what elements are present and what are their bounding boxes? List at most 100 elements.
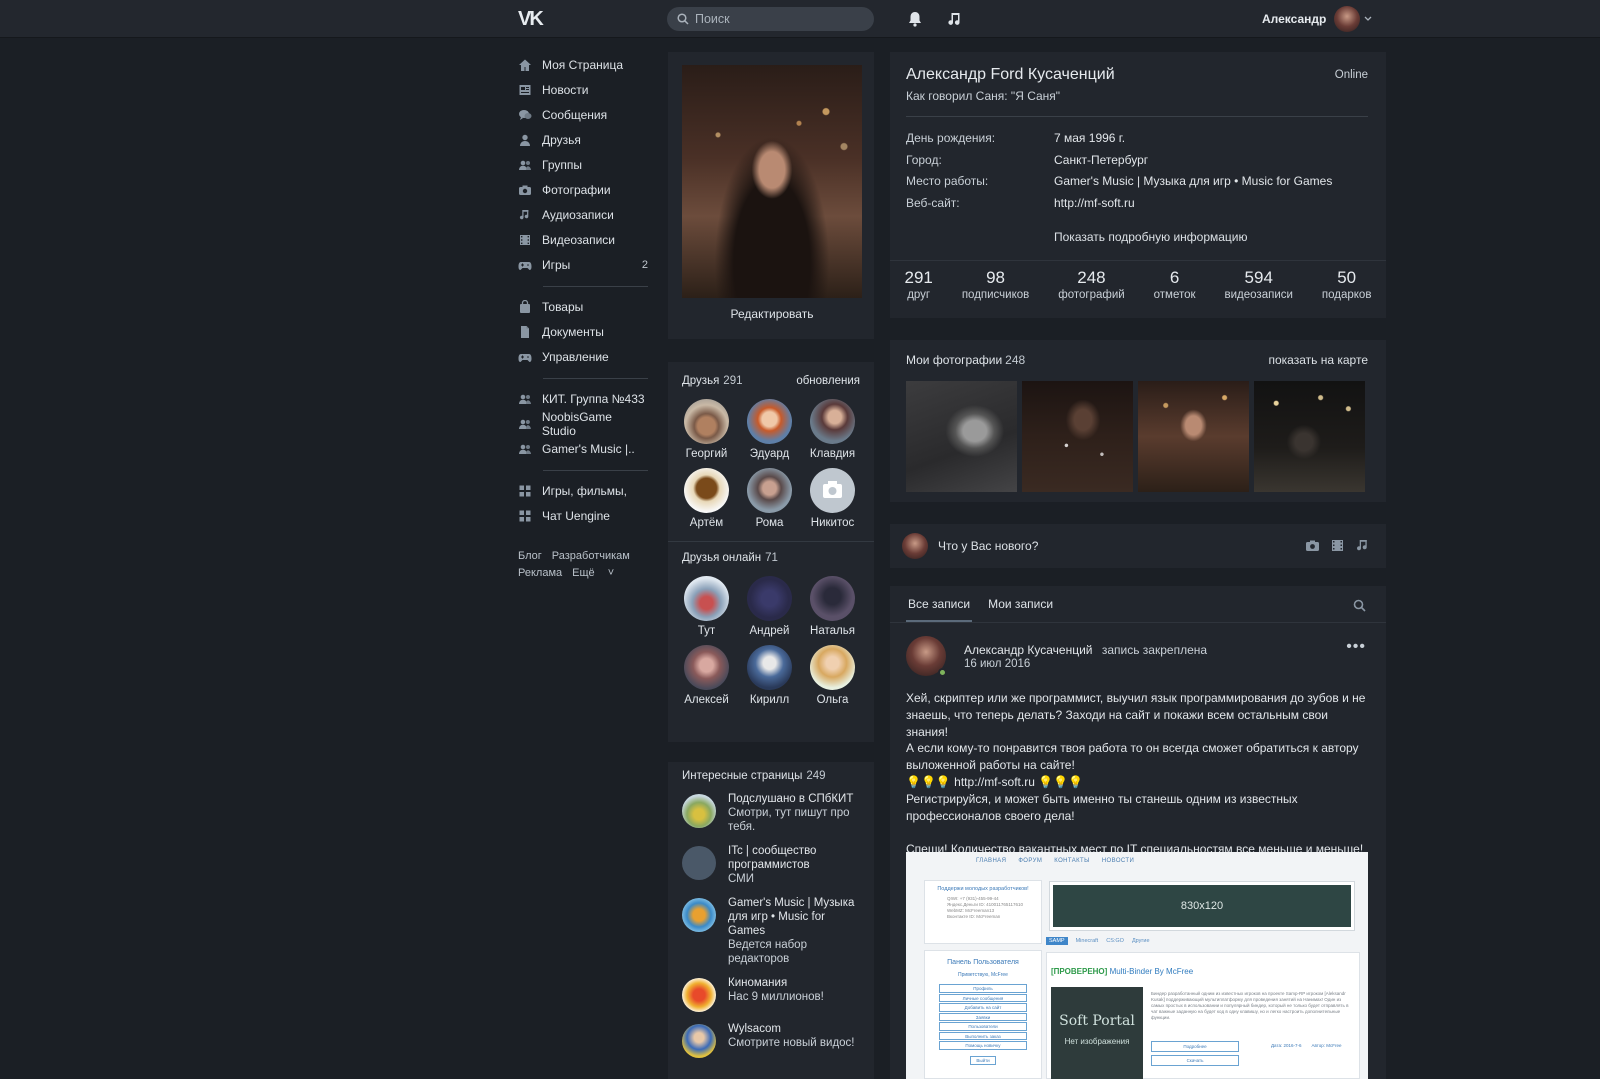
photo-thumbnail[interactable]: [1254, 381, 1365, 492]
video-icon[interactable]: [1330, 538, 1345, 553]
post-link[interactable]: http://mf-soft.ru: [954, 775, 1035, 789]
show-more-info-link[interactable]: Показать подробную информацию: [1054, 230, 1248, 244]
friend-item[interactable]: Рома: [738, 468, 801, 529]
interesting-page-item[interactable]: ITc | сообщество программистов СМИ: [668, 844, 874, 886]
friend-item[interactable]: Георгий: [675, 399, 738, 460]
profile-stat[interactable]: 248 фотографий: [1058, 268, 1124, 301]
user-menu[interactable]: Александр: [1262, 5, 1372, 33]
info-value[interactable]: Санкт-Петербург: [1054, 153, 1148, 175]
online-status: Online: [1334, 69, 1368, 81]
sidebar-item-app-0[interactable]: Игры, фильмы,: [518, 478, 648, 503]
post-more-button[interactable]: •••: [1346, 638, 1366, 656]
image-nav: ГЛАВНАЯ ФОРУМ КОНТАКТЫ НОВОСТИ: [976, 858, 1146, 864]
footer-blog-link[interactable]: Блог: [518, 550, 542, 562]
profile-photo[interactable]: [682, 65, 862, 298]
photos-title-link[interactable]: Мои фотографии 248: [906, 353, 1025, 367]
news-icon: [519, 84, 531, 95]
sidebar-item-main-2[interactable]: Сообщения: [518, 102, 648, 127]
photo-thumbnail[interactable]: [1138, 381, 1249, 492]
friend-item[interactable]: Никитос: [801, 468, 864, 529]
footer-more-link[interactable]: Ещё ˅: [572, 567, 614, 579]
online-friend-item[interactable]: Андрей: [738, 576, 801, 637]
image-article-desc: Биндер разработанный одним из известных …: [1151, 991, 1349, 1020]
interesting-page-item[interactable]: Подслушано в СПбКИТ Смотри, тут пишут про…: [668, 792, 874, 834]
friend-item[interactable]: Эдуард: [738, 399, 801, 460]
sidebar-item-main-8[interactable]: Игры 2: [518, 252, 648, 277]
interesting-page-item[interactable]: Wylsacom Смотрите новый видос!: [668, 1022, 874, 1058]
sidebar-item-label: Видеозаписи: [542, 232, 616, 247]
tab-my-posts[interactable]: Мои записи: [986, 586, 1055, 622]
sidebar-item-main-1[interactable]: Новости: [518, 77, 648, 102]
sidebar-item-group-1[interactable]: NoobisGame Studio: [518, 410, 648, 438]
sidebar-item-group-0[interactable]: КИТ. Группа №433: [518, 386, 648, 411]
pages-title-link[interactable]: Интересные страницы 249: [682, 770, 826, 782]
composer-placeholder[interactable]: Что у Вас нового?: [938, 539, 1038, 553]
online-friend-item[interactable]: Кирилл: [738, 645, 801, 706]
search-icon[interactable]: [1353, 599, 1366, 612]
image-article-name: Multi-Binder By McFree: [1109, 967, 1194, 976]
search-input[interactable]: [695, 12, 865, 26]
stats-divider: [890, 260, 1386, 261]
post-text-line: выложенной работы на сайте!: [906, 758, 1075, 773]
post-date[interactable]: 16 июл 2016: [964, 658, 1030, 670]
photo-thumbnail[interactable]: [1022, 381, 1133, 492]
footer-dev-link[interactable]: Разработчикам: [552, 550, 630, 562]
profile-status[interactable]: Как говорил Саня: "Я Саня": [906, 89, 1060, 103]
sidebar-item-main-7[interactable]: Видеозаписи: [518, 227, 648, 252]
page-subtitle: Смотри, тут пишут про тебя.: [728, 807, 850, 833]
online-friends-title-link[interactable]: Друзья онлайн 71: [682, 552, 778, 564]
post-author-link[interactable]: Александр Кусаченций: [964, 643, 1092, 657]
music-icon[interactable]: [1355, 538, 1370, 553]
friend-name: Наталья: [810, 625, 855, 637]
profile-stat[interactable]: 50 подарков: [1322, 268, 1372, 301]
sidebar-item-main-5[interactable]: Фотографии: [518, 177, 648, 202]
online-friend-item[interactable]: Алексей: [675, 645, 738, 706]
search-box[interactable]: [667, 7, 874, 31]
profile-stats: 291 друг 98 подписчиков 248 фотографий 6 отмето…: [890, 268, 1386, 301]
profile-stat[interactable]: 291 друг: [904, 268, 932, 301]
info-value[interactable]: Gamer's Music | Музыка для игр • Music f…: [1054, 174, 1332, 196]
bell-icon[interactable]: [906, 10, 924, 28]
sidebar-item-app-1[interactable]: Чат Uengine: [518, 503, 648, 528]
info-value[interactable]: http://mf-soft.ru: [1054, 196, 1135, 218]
sidebar-item-main-4[interactable]: Группы: [518, 152, 648, 177]
sidebar-item-group-2[interactable]: Gamer's Music |..: [518, 436, 648, 461]
avatar: [682, 1024, 716, 1058]
profile-stat[interactable]: 594 видеозаписи: [1225, 268, 1293, 301]
friends-title-link[interactable]: Друзья 291: [682, 375, 742, 387]
info-label: Веб-сайт:: [906, 195, 960, 210]
show-on-map-link[interactable]: показать на карте: [1269, 353, 1369, 367]
post-image[interactable]: ГЛАВНАЯ ФОРУМ КОНТАКТЫ НОВОСТИ Поддержи мол…: [906, 852, 1368, 1079]
sidebar-item-extra-0[interactable]: Товары: [518, 294, 648, 319]
camera-icon[interactable]: [1305, 538, 1320, 553]
stat-number: 248: [1077, 268, 1106, 287]
edit-profile-button[interactable]: Редактировать: [682, 307, 862, 321]
sidebar-item-main-6[interactable]: Аудиозаписи: [518, 202, 648, 227]
image-article-thumb: Soft Portal Нет изображения: [1051, 987, 1143, 1079]
sidebar-item-label: Сообщения: [542, 107, 608, 122]
online-friend-item[interactable]: Тут: [675, 576, 738, 637]
friend-item[interactable]: Клавдия: [801, 399, 864, 460]
sidebar-item-label: Моя Страница: [542, 57, 624, 72]
sidebar-item-extra-2[interactable]: Управление: [518, 344, 648, 369]
profile-stat[interactable]: 6 отметок: [1154, 268, 1196, 301]
music-icon[interactable]: [946, 10, 964, 28]
tab-all-posts[interactable]: Все записи: [906, 586, 973, 622]
sidebar-item-main-0[interactable]: Моя Страница: [518, 52, 648, 77]
online-friend-item[interactable]: Ольга: [801, 645, 864, 706]
interesting-page-item[interactable]: Gamer's Music | Музыка для игр • Music f…: [668, 896, 874, 966]
footer-ads-link[interactable]: Реклама: [518, 567, 562, 579]
friends-updates-link[interactable]: обновления: [796, 375, 860, 387]
friend-item[interactable]: Артём: [675, 468, 738, 529]
sidebar-item-main-3[interactable]: Друзья: [518, 127, 648, 152]
sidebar-item-count: 2: [641, 258, 648, 271]
photo-thumbnail[interactable]: [906, 381, 1017, 492]
profile-stat[interactable]: 98 подписчиков: [962, 268, 1029, 301]
sidebar-item-extra-1[interactable]: Документы: [518, 319, 648, 344]
vk-logo[interactable]: VK: [518, 8, 552, 30]
online-friend-item[interactable]: Наталья: [801, 576, 864, 637]
interesting-page-item[interactable]: Киномания Нас 9 миллионов!: [668, 976, 874, 1012]
pages-header: Интересные страницы 249: [668, 770, 874, 782]
stat-label: друг: [907, 289, 931, 301]
post-composer[interactable]: Что у Вас нового?: [890, 524, 1386, 568]
